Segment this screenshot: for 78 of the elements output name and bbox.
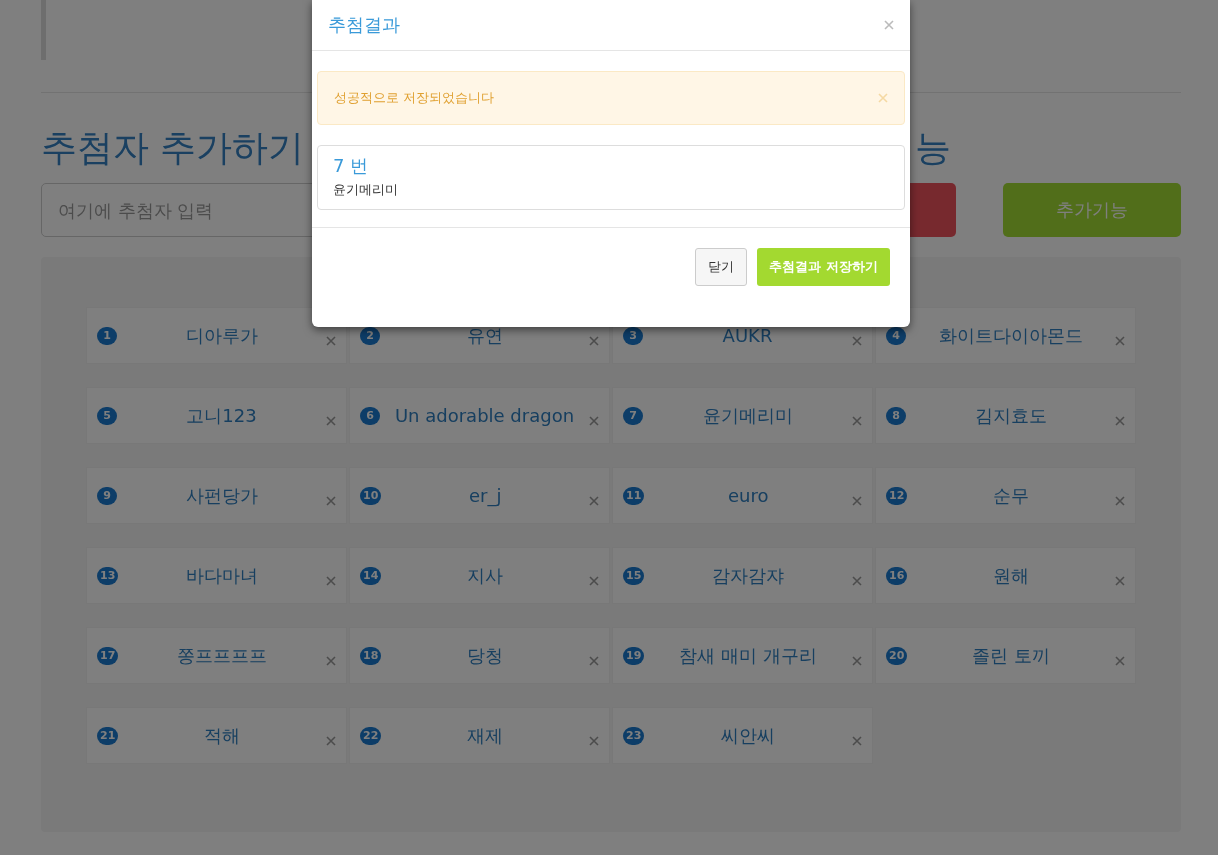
number-badge: 23: [623, 726, 645, 745]
remove-icon[interactable]: [589, 415, 599, 426]
close-icon[interactable]: [878, 93, 888, 103]
entry-name: 원해: [992, 563, 1031, 588]
remove-icon[interactable]: [589, 655, 599, 666]
number-badge: 19: [623, 646, 645, 665]
remove-icon[interactable]: [326, 575, 336, 586]
number-badge: 11: [623, 486, 645, 505]
entry-name: 졸린 토끼: [971, 643, 1051, 668]
entry-name: 화이트다이아몬드: [937, 323, 1084, 348]
number-badge: 10: [360, 486, 382, 505]
number-badge: 21: [97, 726, 119, 745]
remove-icon[interactable]: [326, 735, 336, 746]
entry-name: 씨안씨: [720, 723, 777, 748]
entry-name: 순무: [992, 483, 1031, 508]
number-badge: 7: [623, 406, 643, 425]
remove-icon[interactable]: [1115, 495, 1125, 506]
section-heading: 능: [915, 125, 951, 170]
result-number: 7 번: [333, 154, 370, 178]
entry-name: 적해: [203, 723, 242, 748]
remove-icon[interactable]: [1115, 655, 1125, 666]
remove-icon[interactable]: [326, 415, 336, 426]
entry-name: 사펀당가: [184, 483, 259, 508]
entry-name: 김지효도: [973, 403, 1048, 428]
number-badge: 17: [97, 646, 119, 665]
entry-name: 쫑프프프프: [176, 643, 269, 668]
remove-icon[interactable]: [589, 335, 599, 346]
entry-name: 지사: [466, 563, 505, 588]
remove-icon[interactable]: [326, 495, 336, 506]
save-button[interactable]: 추첨결과 저장하기: [757, 248, 890, 286]
remove-icon[interactable]: [852, 415, 862, 426]
entry-name: 고니123: [185, 403, 258, 428]
remove-icon[interactable]: [852, 735, 862, 746]
entry-name: euro: [726, 485, 770, 506]
remove-icon[interactable]: [326, 655, 336, 666]
number-badge: 13: [97, 566, 119, 585]
entry-name: er_j: [467, 485, 503, 506]
entry-name: 참새 매미 개구리: [678, 643, 818, 668]
entry-name: Un adorable dragon: [393, 405, 576, 426]
number-badge: 18: [360, 646, 382, 665]
remove-icon[interactable]: [1115, 415, 1125, 426]
close-button[interactable]: 닫기: [695, 248, 748, 286]
entry-name: 디아루가: [184, 323, 259, 348]
number-badge: 16: [886, 566, 908, 585]
extra-button[interactable]: 추가기능: [1003, 183, 1181, 237]
entry-name: 유연: [465, 323, 504, 348]
number-badge: 22: [360, 726, 382, 745]
remove-icon[interactable]: [589, 575, 599, 586]
number-badge: 6: [360, 406, 380, 425]
dialog-title: 추첨결과: [328, 13, 400, 37]
number-badge: 15: [623, 566, 645, 585]
remove-icon[interactable]: [1115, 335, 1125, 346]
remove-icon[interactable]: [852, 495, 862, 506]
remove-icon[interactable]: [589, 495, 599, 506]
number-badge: 12: [886, 486, 908, 505]
remove-icon[interactable]: [1115, 575, 1125, 586]
entry-name: 재제: [466, 723, 505, 748]
number-badge: 8: [886, 406, 906, 425]
number-badge: 4: [886, 326, 906, 345]
alert-text: 성공적으로 저장되었습니다: [334, 89, 495, 107]
number-badge: 9: [97, 486, 117, 505]
entry-name: 윤기메리미: [701, 403, 794, 428]
entry-name: 감자감쟈: [711, 563, 786, 588]
result-name: 윤기메리미: [333, 181, 399, 199]
close-icon[interactable]: [884, 20, 894, 30]
number-badge: 20: [886, 646, 908, 665]
remove-icon[interactable]: [852, 575, 862, 586]
remove-icon[interactable]: [589, 735, 599, 746]
remove-icon[interactable]: [852, 335, 862, 346]
number-badge: 5: [97, 406, 117, 425]
entry-name: 당청: [466, 643, 505, 668]
remove-icon[interactable]: [852, 655, 862, 666]
remove-icon[interactable]: [326, 335, 336, 346]
number-badge: 1: [97, 326, 117, 345]
number-badge: 14: [360, 566, 382, 585]
section-heading: 추첨자 추가하기: [41, 125, 305, 170]
entry-name: 바다마녀: [185, 563, 260, 588]
entry-name: AUKR: [721, 325, 774, 346]
